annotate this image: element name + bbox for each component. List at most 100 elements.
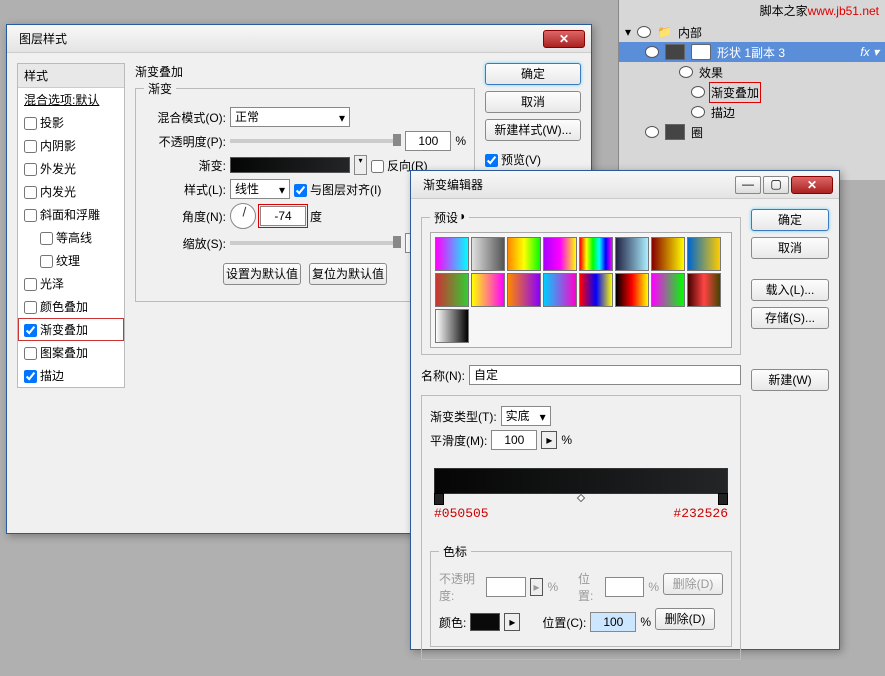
gradient-type-group: 渐变类型(T): 实底 平滑度(M): 100 ▸ % #0 [421,395,741,660]
color-stop-right[interactable] [718,493,728,505]
fx-stroke-row[interactable]: 描边 [619,102,885,122]
titlebar[interactable]: 渐变编辑器 — ▢ ✕ [411,171,839,199]
stop-color-swatch[interactable] [470,613,500,631]
layer-mask [691,44,711,60]
preset-swatch[interactable] [651,237,685,271]
style-item-color-overlay[interactable]: 颜色叠加 [18,295,124,318]
minimize-button[interactable]: — [735,176,761,194]
smooth-value[interactable]: 100 [491,430,537,450]
style-item-gradient-overlay[interactable]: 渐变叠加 [18,318,124,341]
style-item-satin[interactable]: 光泽 [18,272,124,295]
stops-group: 色标 不透明度: ▸ % 位置: % 删除(D) 颜色: [430,543,732,647]
style-item-bevel[interactable]: 斜面和浮雕 [18,203,124,226]
angle-label: 角度(N): [144,208,226,225]
preset-swatch[interactable] [687,273,721,307]
maximize-button[interactable]: ▢ [763,176,789,194]
gradient-dropdown[interactable]: ▾ [354,155,367,175]
cancel-button[interactable]: 取消 [751,237,829,259]
close-button[interactable]: ✕ [791,176,833,194]
reset-default-button[interactable]: 复位为默认值 [309,263,387,285]
visibility-icon[interactable] [679,66,693,78]
layer-row-selected[interactable]: 形状 1副本 3 fx ▾ [619,42,885,62]
style-item-contour[interactable]: 等高线 [18,226,124,249]
stop-color-picker[interactable]: ▸ [504,613,520,631]
stop-position-value [605,577,644,597]
preset-swatch[interactable] [687,237,721,271]
align-checkbox[interactable]: 与图层对齐(I) [294,181,381,198]
layer-name: 形状 1副本 3 [717,44,785,61]
make-default-button[interactable]: 设置为默认值 [223,263,301,285]
visibility-icon[interactable] [691,106,705,118]
new-style-button[interactable]: 新建样式(W)... [485,119,581,141]
stop-color-label: 颜色: [439,614,466,631]
angle-dial[interactable] [230,203,256,229]
visibility-icon[interactable] [645,126,659,138]
toggle-icon[interactable]: ▾ [625,25,631,39]
presets-menu-icon[interactable]: ◑ [458,209,465,223]
style-item-texture[interactable]: 纹理 [18,249,124,272]
visibility-icon[interactable] [691,86,705,98]
style-item-pattern-overlay[interactable]: 图案叠加 [18,341,124,364]
preset-swatch[interactable] [435,237,469,271]
style-select[interactable]: 线性 [230,179,290,199]
style-item-stroke[interactable]: 描边 [18,364,124,387]
preview-checkbox[interactable]: 预览(V) [485,151,581,168]
effects-row[interactable]: 效果 [619,62,885,82]
preset-swatch[interactable] [651,273,685,307]
style-item-drop-shadow[interactable]: 投影 [18,111,124,134]
editor-buttons: 确定 取消 载入(L)... 存储(S)... 新建(W) [751,209,829,666]
style-item-inner-shadow[interactable]: 内阴影 [18,134,124,157]
name-input[interactable]: 自定 [469,365,741,385]
gradient-bar[interactable] [434,468,728,494]
opacity-slider[interactable] [230,139,401,143]
style-item-inner-glow[interactable]: 内发光 [18,180,124,203]
preset-swatch[interactable] [435,273,469,307]
style-item-outer-glow[interactable]: 外发光 [18,157,124,180]
cancel-button[interactable]: 取消 [485,91,581,113]
folder-icon: 📁 [657,25,672,39]
stop-opacity-label: 不透明度: [439,570,482,604]
midpoint-marker[interactable] [577,494,585,502]
preset-swatch[interactable] [507,273,541,307]
opacity-value[interactable]: 100 [405,131,451,151]
preset-swatch[interactable] [543,273,577,307]
fx-gradient-row[interactable]: 渐变叠加 [619,82,885,102]
preset-swatch[interactable] [471,273,505,307]
preset-swatch[interactable] [435,309,469,343]
blend-defaults[interactable]: 混合选项:默认 [18,88,124,111]
opacity-label: 不透明度(P): [144,133,226,150]
layer-row[interactable]: 圈 [619,122,885,142]
blend-mode-select[interactable]: 正常 [230,107,350,127]
new-button[interactable]: 新建(W) [751,369,829,391]
pct-label: % [561,433,572,447]
visibility-icon[interactable] [645,46,659,58]
close-button[interactable]: ✕ [543,30,585,48]
angle-value[interactable]: -74 [260,206,306,226]
save-button[interactable]: 存储(S)... [751,307,829,329]
layer-group-row[interactable]: ▾ 📁 内部 [619,22,885,42]
scale-slider[interactable] [230,241,401,245]
delete-color-stop-button[interactable]: 删除(D) [655,608,715,630]
styles-header[interactable]: 样式 [18,64,124,88]
ok-button[interactable]: 确定 [485,63,581,85]
fx-gradient-label: 渐变叠加 [711,84,759,101]
fx-icon[interactable]: fx ▾ [860,45,879,59]
preset-swatch[interactable] [615,273,649,307]
type-select[interactable]: 实底 [501,406,551,426]
stop-position-c-value[interactable]: 100 [590,612,636,632]
preset-swatch[interactable] [471,237,505,271]
preset-swatch[interactable] [615,237,649,271]
dialog-title: 图层样式 [13,30,543,47]
preset-swatch[interactable] [579,273,613,307]
smooth-stepper[interactable]: ▸ [541,431,557,449]
gradient-preview[interactable] [230,157,350,173]
visibility-icon[interactable] [637,26,651,38]
preset-swatch[interactable] [543,237,577,271]
load-button[interactable]: 载入(L)... [751,279,829,301]
ok-button[interactable]: 确定 [751,209,829,231]
color-stop-left[interactable] [434,493,444,505]
titlebar[interactable]: 图层样式 ✕ [7,25,591,53]
preset-swatch[interactable] [579,237,613,271]
preset-swatch[interactable] [507,237,541,271]
delete-opacity-stop-button: 删除(D) [663,573,723,595]
